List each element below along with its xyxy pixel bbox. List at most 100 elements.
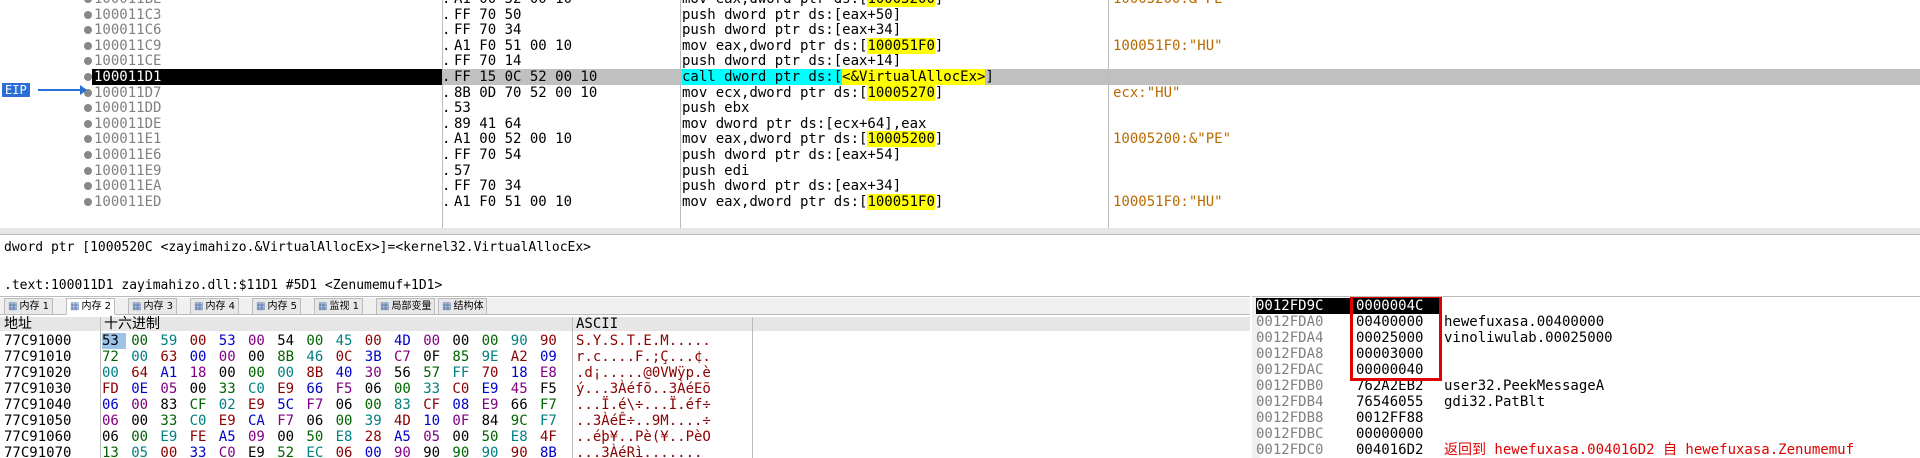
tab-6[interactable]: ▦ 监视 1 [314,298,363,315]
dump-byte[interactable]: 18 [190,365,214,381]
dump-byte[interactable]: 00 [219,365,243,381]
dump-byte[interactable]: E9 [248,397,272,413]
dump-byte[interactable]: C0 [190,413,214,429]
dump-byte[interactable]: E8 [511,429,535,445]
dump-byte[interactable]: 00 [248,365,272,381]
breakpoint-marker[interactable] [84,10,92,19]
dump-byte[interactable]: 0C [336,349,360,365]
dump-byte[interactable]: 13 [102,445,126,458]
stack-row[interactable]: 0012FDC0 004016D2 返回到 hewefuxasa.004016D2 … [1252,442,1920,458]
dump-byte[interactable]: 00 [131,349,155,365]
dump-row[interactable]: 77C91030 FD 0E 05 00 33 C0 E9 66 F5 06 00 33 C0 E9 45 F5… [0,381,1250,397]
dump-row[interactable]: 77C91020 00 64 A1 18 00 00 00 8B 40 30 56 57 FF 70 18 E8… [0,365,1250,381]
breakpoint-marker[interactable] [84,151,92,159]
dump-byte[interactable]: E8 [540,365,564,381]
dump-byte[interactable]: 8B [306,365,330,381]
dump-byte[interactable]: 39 [365,413,389,429]
dump-byte[interactable]: 90 [540,333,564,349]
dump-byte[interactable]: 06 [336,397,360,413]
dump-byte[interactable]: 4D [394,413,418,429]
dump-byte[interactable]: 8B [540,445,564,458]
dump-byte[interactable]: 00 [102,365,126,381]
dump-byte[interactable]: A5 [394,429,418,445]
dump-byte[interactable]: 33 [160,413,184,429]
dump-byte[interactable]: 00 [190,381,214,397]
breakpoint-marker[interactable] [84,57,92,66]
dump-byte[interactable]: 72 [102,349,126,365]
dump-byte[interactable]: 90 [394,445,418,458]
disasm-row[interactable]: 100011E1. A1 00 52 00 10 mov eax,dword ptr… [0,131,1920,148]
dump-byte[interactable]: E9 [219,413,243,429]
dump-byte[interactable]: F7 [540,397,564,413]
dump-byte[interactable]: 00 [190,333,214,349]
disasm-row[interactable]: 100011EA. FF 70 34 push dword ptr ds:[eax+… [0,178,1920,194]
dump-byte[interactable]: A1 [160,365,184,381]
dump-byte[interactable]: 59 [160,333,184,349]
dump-byte[interactable]: 45 [511,381,535,397]
dump-byte[interactable]: 84 [482,413,506,429]
dump-byte[interactable]: E9 [482,381,506,397]
dump-byte[interactable]: FD [102,381,126,397]
dump-byte[interactable]: 66 [511,397,535,413]
dump-byte[interactable]: C0 [452,381,476,397]
disasm-row[interactable]: 100011DE. 89 41 64 mov dword ptr ds:[ecx+6… [0,116,1920,132]
dump-byte[interactable]: 66 [306,381,330,397]
breakpoint-marker[interactable] [84,166,92,175]
dump-row[interactable]: 77C91000 53 00 59 00 53 00 54 00 45 00 4D 00 00 00 90 90… [0,333,1250,349]
dump-byte[interactable]: 00 [423,333,447,349]
dump-byte[interactable]: 53 [102,333,126,349]
breakpoint-marker[interactable] [84,26,92,35]
stack-row[interactable]: 0012FDB4 76546055 gdi32.PatBlt [1252,394,1920,410]
dump-byte[interactable]: 8B [277,349,301,365]
dump-byte[interactable]: 09 [248,429,272,445]
dump-byte[interactable]: 00 [452,333,476,349]
dump-byte[interactable]: 3B [365,349,389,365]
dump-byte[interactable]: 00 [336,413,360,429]
dump-byte[interactable]: 05 [160,381,184,397]
dump-byte[interactable]: 90 [423,445,447,458]
dump-byte[interactable]: 90 [511,445,535,458]
dump-byte[interactable]: C7 [394,349,418,365]
breakpoint-marker[interactable] [84,104,92,113]
dump-byte[interactable]: 9C [511,413,535,429]
dump-byte[interactable]: 00 [190,349,214,365]
dump-byte[interactable]: 33 [423,381,447,397]
disasm-row[interactable]: 100011C6. FF 70 34 push dword ptr ds:[eax+… [0,22,1920,38]
dump-byte[interactable]: FF [452,365,476,381]
tab-4[interactable]: ▦ 内存 4 [190,298,239,315]
dump-row[interactable]: 77C91070 13 05 00 33 C0 E9 52 EC 06 00 90 90 90 90 90 8B… [0,445,1250,458]
dump-byte[interactable]: C0 [248,381,272,397]
horizontal-scrollbar[interactable] [0,228,1920,234]
dump-byte[interactable]: 00 [131,333,155,349]
breakpoint-marker[interactable] [84,41,92,50]
dump-byte[interactable]: 00 [248,349,272,365]
dump-byte[interactable]: 00 [277,429,301,445]
tab-3[interactable]: ▦ 内存 3 [128,298,177,315]
dump-byte[interactable]: 0E [131,381,155,397]
disasm-row[interactable]: 100011D1. FF 15 0C 52 00 10 call dword ptr… [0,69,1920,85]
dump-byte[interactable]: 4F [540,429,564,445]
dump-byte[interactable]: 63 [160,349,184,365]
dump-byte[interactable]: F5 [336,381,360,397]
stack-pane[interactable]: 0012FD9C 0000004C 0012FDA0 00400000 hewefuxa… [1252,296,1920,458]
dump-byte[interactable]: 57 [423,365,447,381]
dump-byte[interactable]: 06 [365,381,389,397]
dump-byte[interactable]: EC [306,445,330,458]
memory-dump-pane[interactable]: ▦ 内存 1 ▦ 内存 2 ▦ 内存 3 ▦ 内存 4 ▦ 内存 5 ▦ 监视 1 ▦ 局部变量 ▦ 结构体 … [0,296,1250,458]
dump-byte[interactable]: 90 [511,333,535,349]
dump-byte[interactable]: CA [248,413,272,429]
dump-byte[interactable]: 06 [102,397,126,413]
dump-byte[interactable]: E9 [482,397,506,413]
dump-byte[interactable]: 5C [277,397,301,413]
disasm-row[interactable]: 100011E6. FF 70 54 push dword ptr ds:[eax+… [0,147,1920,163]
dump-row[interactable]: 77C91060 06 00 E9 FE A5 09 00 50 E8 28 A5 05 00 50 E8 4F… [0,429,1250,445]
dump-byte[interactable]: 90 [452,445,476,458]
dump-byte[interactable]: 45 [336,333,360,349]
breakpoint-marker[interactable] [84,0,92,3]
dump-byte[interactable]: 00 [131,429,155,445]
dump-byte[interactable]: CF [423,397,447,413]
dump-byte[interactable]: 00 [365,397,389,413]
dump-byte[interactable]: 00 [277,365,301,381]
dump-byte[interactable]: 0F [423,349,447,365]
dump-byte[interactable]: 00 [365,445,389,458]
